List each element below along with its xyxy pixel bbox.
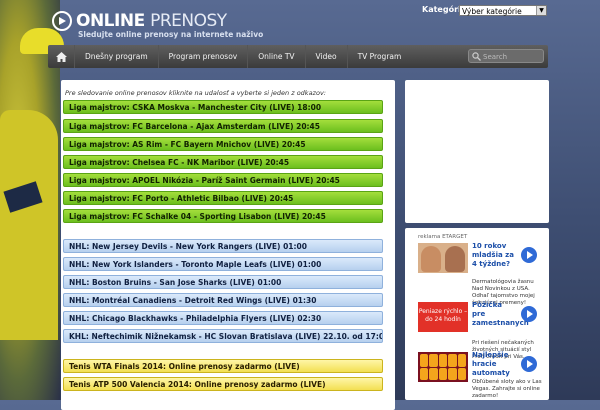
event-link-hockey[interactable]: NHL: New Jersey Devils - New York Ranger… bbox=[63, 239, 383, 253]
slot-cell bbox=[420, 354, 429, 367]
ad-title[interactable]: Pôžička pre zamestnanych bbox=[472, 301, 529, 328]
event-link-hockey[interactable]: KHL: Neftechimik Nižnekamsk - HC Slovan … bbox=[63, 329, 383, 343]
event-link-football[interactable]: Liga majstrov: FC Barcelona - Ajax Amste… bbox=[63, 119, 383, 133]
ad-image-loan: Peniaze rýchlo – do 24 hodín bbox=[418, 302, 468, 332]
ad-item[interactable]: Najlepšie hracie automaty Obľúbené sloty… bbox=[418, 351, 546, 402]
search-placeholder: Search bbox=[483, 53, 508, 61]
ad-title[interactable]: Najlepšie hracie automaty bbox=[472, 351, 514, 378]
ad-item[interactable]: Peniaze rýchlo – do 24 hodín Pôžička pre… bbox=[418, 301, 546, 360]
ad-item[interactable]: 10 rokov mladšia za 4 týždne? Dermatológ… bbox=[418, 242, 546, 306]
logo-text: ONLINE PRENOSY bbox=[76, 11, 227, 31]
ad-title[interactable]: 10 rokov mladšia za 4 týždne? bbox=[472, 242, 514, 269]
main-content: Pre sledovanie online prenosov kliknite … bbox=[61, 80, 395, 410]
slot-cell bbox=[448, 367, 457, 380]
player-shirt bbox=[0, 110, 58, 340]
nav-item-video[interactable]: Video bbox=[304, 45, 347, 68]
event-link-football[interactable]: Liga majstrov: APOEL Nikózia - Paríž Sai… bbox=[63, 173, 383, 187]
event-link-hockey[interactable]: NHL: Montréal Canadiens - Detroit Red Wi… bbox=[63, 293, 383, 307]
search-input[interactable]: Search bbox=[468, 49, 544, 63]
site-tagline: Sledujte online prenosy na internete naž… bbox=[78, 30, 264, 39]
event-link-football[interactable]: Liga majstrov: FC Porto - Athletic Bilba… bbox=[63, 191, 383, 205]
arrow-right-icon[interactable] bbox=[521, 247, 537, 263]
slot-cell bbox=[448, 354, 457, 367]
slot-cell bbox=[438, 354, 448, 367]
event-link-hockey[interactable]: NHL: Chicago Blackhawks - Philadelphia F… bbox=[63, 311, 383, 325]
nav-item-today[interactable]: Dnešny program bbox=[74, 45, 158, 68]
face-after bbox=[445, 246, 465, 272]
slot-cell bbox=[457, 354, 466, 367]
main-navigation: Dnešny program Program prenosov Online T… bbox=[48, 45, 548, 68]
event-link-football[interactable]: Liga majstrov: CSKA Moskva - Manchester … bbox=[63, 100, 383, 114]
slot-cell bbox=[429, 367, 438, 380]
slot-cell bbox=[438, 367, 448, 380]
nav-item-tv-program[interactable]: TV Program bbox=[346, 45, 412, 68]
ad-text: Obľúbené sloty ako v Las Vegas. Zahrajte… bbox=[472, 379, 542, 399]
play-icon bbox=[52, 11, 72, 31]
intro-text: Pre sledovanie online prenosov kliknite … bbox=[65, 89, 326, 97]
dropdown-arrow-icon: ▼ bbox=[536, 6, 546, 15]
face-before bbox=[421, 246, 441, 272]
slot-cell bbox=[420, 367, 429, 380]
logo-thin: PRENOSY bbox=[150, 11, 227, 31]
ad-image-faces bbox=[418, 243, 468, 273]
category-select[interactable]: Výber kategórie ▼ bbox=[459, 5, 547, 16]
ad-header: reklama ETARGET bbox=[418, 234, 468, 240]
ad-image-slots bbox=[418, 352, 468, 382]
event-link-football[interactable]: Liga majstrov: AS Rim - FC Bayern Mnicho… bbox=[63, 137, 383, 151]
sidebar-ads: reklama ETARGET 10 rokov mladšia za 4 tý… bbox=[405, 228, 549, 400]
category-select-value: Výber kategórie bbox=[462, 7, 522, 16]
event-link-hockey[interactable]: NHL: Boston Bruins - San Jose Sharks (LI… bbox=[63, 275, 383, 289]
home-button[interactable] bbox=[48, 45, 74, 68]
event-link-hockey[interactable]: NHL: New York Islanders - Toronto Maple … bbox=[63, 257, 383, 271]
event-link-tennis[interactable]: Tenis WTA Finals 2014: Online prenosy za… bbox=[63, 359, 383, 373]
event-link-football[interactable]: Liga majstrov: Chelsea FC - NK Maribor (… bbox=[63, 155, 383, 169]
arrow-right-icon[interactable] bbox=[521, 306, 537, 322]
slot-cell bbox=[429, 354, 438, 367]
home-icon bbox=[55, 51, 67, 62]
nav-item-online-tv[interactable]: Online TV bbox=[247, 45, 304, 68]
event-link-tennis[interactable]: Tenis ATP 500 Valencia 2014: Online pren… bbox=[63, 377, 383, 391]
arrow-right-icon[interactable] bbox=[521, 356, 537, 372]
logo-bold: ONLINE bbox=[76, 11, 145, 31]
sidebar-box-empty bbox=[405, 80, 549, 223]
event-link-football[interactable]: Liga majstrov: FC Schalke 04 - Sporting … bbox=[63, 209, 383, 223]
nav-item-program[interactable]: Program prenosov bbox=[157, 45, 248, 68]
search-icon bbox=[472, 52, 481, 61]
slot-cell bbox=[457, 367, 466, 380]
